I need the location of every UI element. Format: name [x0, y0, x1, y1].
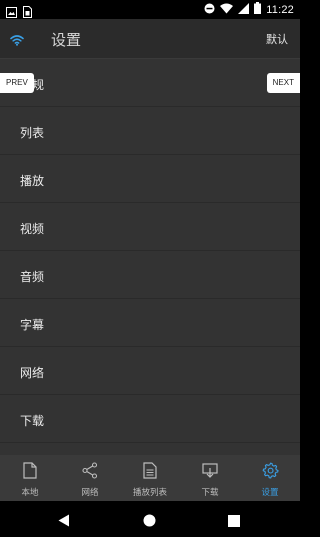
- default-button[interactable]: 默认: [266, 31, 288, 47]
- download-icon: [202, 462, 218, 483]
- settings-list: 常规 列表 播放 视频 音频 字幕 网络 下载: [0, 59, 300, 455]
- home-icon[interactable]: [143, 512, 156, 531]
- back-icon[interactable]: [58, 512, 70, 531]
- tab-label: 本地: [21, 488, 39, 498]
- wifi-icon: [220, 3, 234, 17]
- settings-item-partial[interactable]: [0, 443, 300, 455]
- do-not-disturb-icon: [204, 3, 215, 17]
- settings-item-label: 网络: [20, 366, 45, 380]
- app-header: 设置 默认: [0, 19, 300, 59]
- settings-item-audio[interactable]: 音频: [0, 251, 300, 299]
- tab-network[interactable]: 网络: [60, 455, 120, 501]
- bottom-tab-bar: 本地 网络 播放列表 下载 设置: [0, 455, 300, 501]
- settings-item-network[interactable]: 网络: [0, 347, 300, 395]
- prev-button[interactable]: PREV: [0, 73, 34, 93]
- system-nav-bar: [0, 501, 300, 537]
- settings-item-subtitle[interactable]: 字幕: [0, 299, 300, 347]
- signal-icon: [238, 2, 250, 17]
- settings-item-playback[interactable]: 播放: [0, 155, 300, 203]
- tab-label: 播放列表: [132, 488, 167, 498]
- settings-item-label: 下载: [20, 414, 45, 428]
- battery-icon: [254, 2, 262, 17]
- tab-label: 下载: [201, 488, 219, 498]
- page-title: 设置: [51, 31, 82, 49]
- tab-local[interactable]: 本地: [0, 455, 60, 501]
- status-bar: 11:22: [0, 0, 300, 19]
- next-button[interactable]: NEXT: [266, 73, 300, 93]
- tab-label: 设置: [261, 488, 279, 498]
- settings-item-general[interactable]: 常规: [0, 59, 300, 107]
- tab-label: 网络: [81, 488, 99, 498]
- recents-icon[interactable]: [228, 512, 240, 531]
- settings-item-label: 列表: [20, 126, 45, 140]
- tab-settings[interactable]: 设置: [240, 455, 300, 501]
- playlist-icon: [143, 462, 157, 483]
- settings-item-label: 字幕: [20, 318, 45, 332]
- file-icon: [23, 462, 37, 483]
- share-icon: [82, 462, 98, 483]
- settings-item-label: 音频: [20, 270, 45, 284]
- wifi-icon: [10, 31, 24, 50]
- tab-download[interactable]: 下载: [180, 455, 240, 501]
- app-screen: 11:22 设置 默认 常规 列表 播放 视频 音频: [0, 0, 300, 537]
- tab-playlist[interactable]: 播放列表: [120, 455, 180, 501]
- settings-item-list[interactable]: 列表: [0, 107, 300, 155]
- settings-item-label: 播放: [20, 174, 45, 188]
- settings-item-video[interactable]: 视频: [0, 203, 300, 251]
- settings-item-label: 视频: [20, 222, 45, 236]
- gear-icon: [262, 462, 279, 483]
- settings-item-download[interactable]: 下载: [0, 395, 300, 443]
- status-time: 11:22: [266, 3, 294, 16]
